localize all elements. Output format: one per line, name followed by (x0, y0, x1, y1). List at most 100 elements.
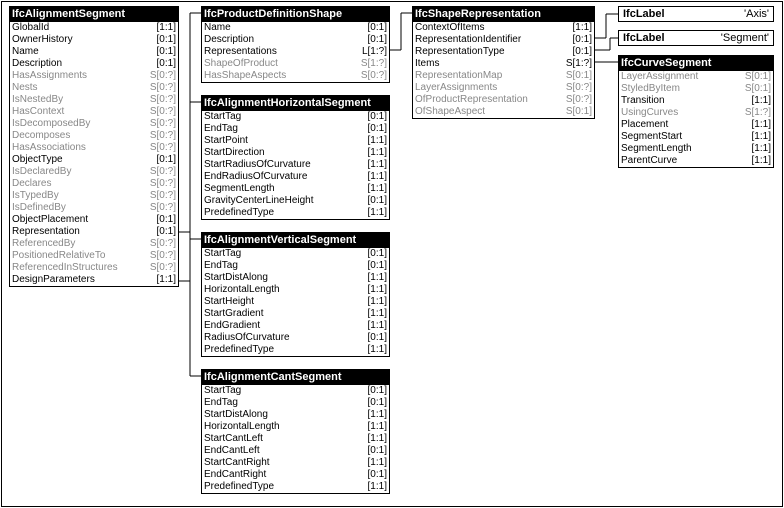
entity-ifc-alignment-segment: IfcAlignmentSegment GlobalId[1:1]OwnerHi… (9, 6, 179, 287)
attr-row: PredefinedType[1:1] (202, 344, 389, 356)
attr-cardinality: [0:1] (364, 397, 387, 409)
attr-row: Transition[1:1] (619, 95, 773, 107)
attr-cardinality: [1:1] (364, 308, 387, 320)
attr-cardinality: [0:1] (153, 46, 176, 58)
attr-cardinality: S[0:?] (357, 70, 387, 82)
attr-cardinality: S[0:1] (741, 71, 771, 83)
attr-row: IsTypedByS[0:?] (10, 190, 178, 202)
attr-name: Decomposes (12, 130, 146, 142)
attr-cardinality: [1:1] (364, 207, 387, 219)
attr-row: DeclaresS[0:?] (10, 178, 178, 190)
attr-name: EndTag (204, 123, 364, 135)
attr-cardinality: S[0:?] (146, 142, 176, 154)
attr-row: RepresentationsL[1:?] (202, 46, 389, 58)
entity-ifc-alignment-vertical-segment: IfcAlignmentVerticalSegment StartTag[0:1… (201, 232, 390, 357)
entity-ifc-product-definition-shape: IfcProductDefinitionShape Name[0:1]Descr… (201, 6, 390, 83)
attr-name: OfProductRepresentation (415, 94, 562, 106)
attr-name: ObjectPlacement (12, 214, 153, 226)
attr-row: StartDirection[1:1] (202, 147, 389, 159)
attr-name: EndRadiusOfCurvature (204, 171, 364, 183)
attr-name: PositionedRelativeTo (12, 250, 146, 262)
attr-row: ObjectType[0:1] (10, 154, 178, 166)
attr-cardinality: [1:1] (364, 409, 387, 421)
attr-cardinality: [0:1] (364, 260, 387, 272)
attr-name: ReferencedBy (12, 238, 146, 250)
attr-name: Description (204, 34, 364, 46)
attr-cardinality: [1:1] (153, 22, 176, 34)
attr-row: OwnerHistory[0:1] (10, 34, 178, 46)
attr-cardinality: [1:1] (364, 159, 387, 171)
label-key: IfcLabel (623, 7, 665, 21)
attr-cardinality: L[1:?] (358, 46, 387, 58)
entity-header: IfcAlignmentSegment (10, 7, 178, 22)
attr-name: StartDistAlong (204, 409, 364, 421)
attr-row: EndTag[0:1] (202, 397, 389, 409)
attr-row: LayerAssignmentsS[0:?] (413, 82, 594, 94)
attr-row: RadiusOfCurvature[0:1] (202, 332, 389, 344)
entity-header: IfcAlignmentHorizontalSegment (202, 96, 389, 111)
attr-row: OfProductRepresentationS[0:?] (413, 94, 594, 106)
attr-cardinality: [0:1] (364, 195, 387, 207)
attr-cardinality: [0:1] (364, 332, 387, 344)
attr-name: ReferencedInStructures (12, 262, 146, 274)
attr-row: EndTag[0:1] (202, 260, 389, 272)
attr-name: UsingCurves (621, 107, 741, 119)
attr-row: SegmentStart[1:1] (619, 131, 773, 143)
attr-name: StartDirection (204, 147, 364, 159)
attr-row: StyledByItemS[0:1] (619, 83, 773, 95)
attr-cardinality: [1:1] (364, 171, 387, 183)
attr-row: StartTag[0:1] (202, 111, 389, 123)
attr-cardinality: [0:1] (569, 34, 592, 46)
label-ifclabel-axis: IfcLabel 'Axis' (618, 6, 774, 22)
attr-name: RepresentationMap (415, 70, 562, 82)
attr-cardinality: [1:1] (748, 95, 771, 107)
attr-name: SegmentStart (621, 131, 748, 143)
entity-header: IfcAlignmentCantSegment (202, 370, 389, 385)
attr-name: Transition (621, 95, 748, 107)
attr-cardinality: S[0:?] (146, 130, 176, 142)
attr-name: IsNestedBy (12, 94, 146, 106)
attr-name: StyledByItem (621, 83, 741, 95)
attr-row: HorizontalLength[1:1] (202, 421, 389, 433)
attr-row: ObjectPlacement[0:1] (10, 214, 178, 226)
attr-cardinality: [1:1] (364, 183, 387, 195)
attr-name: RepresentationType (415, 46, 569, 58)
attr-name: HasAssociations (12, 142, 146, 154)
attr-cardinality: [1:1] (748, 131, 771, 143)
attr-row: IsDefinedByS[0:?] (10, 202, 178, 214)
entity-header: IfcProductDefinitionShape (202, 7, 389, 22)
attr-cardinality: [1:1] (364, 147, 387, 159)
attr-name: StartCantRight (204, 457, 364, 469)
attr-cardinality: [1:1] (364, 284, 387, 296)
attr-row: StartDistAlong[1:1] (202, 272, 389, 284)
attr-cardinality: [0:1] (364, 34, 387, 46)
attr-name: Description (12, 58, 153, 70)
attr-name: StartTag (204, 248, 364, 260)
attr-name: RadiusOfCurvature (204, 332, 364, 344)
attr-cardinality: S[1:?] (562, 58, 592, 70)
attr-name: PredefinedType (204, 207, 364, 219)
entity-ifc-curve-segment: IfcCurveSegment LayerAssignmentS[0:1]Sty… (618, 55, 774, 168)
attr-name: ObjectType (12, 154, 153, 166)
attr-row: UsingCurvesS[1:?] (619, 107, 773, 119)
attr-cardinality: S[0:?] (146, 190, 176, 202)
attr-name: StartGradient (204, 308, 364, 320)
attr-cardinality: S[0:1] (741, 83, 771, 95)
attr-cardinality: [1:1] (364, 433, 387, 445)
attr-cardinality: [0:1] (153, 34, 176, 46)
attr-name: Representations (204, 46, 358, 58)
attr-name: LayerAssignments (415, 82, 562, 94)
attr-cardinality: [0:1] (364, 22, 387, 34)
attr-row: StartCantRight[1:1] (202, 457, 389, 469)
attr-cardinality: S[0:?] (146, 70, 176, 82)
attr-cardinality: [0:1] (153, 214, 176, 226)
attr-row: EndRadiusOfCurvature[1:1] (202, 171, 389, 183)
entity-header: IfcAlignmentVerticalSegment (202, 233, 389, 248)
attr-cardinality: [1:1] (364, 135, 387, 147)
attr-name: OwnerHistory (12, 34, 153, 46)
attr-cardinality: [0:1] (364, 111, 387, 123)
attr-row: DesignParameters[1:1] (10, 274, 178, 286)
attr-name: Name (12, 46, 153, 58)
attr-name: Items (415, 58, 562, 70)
attr-cardinality: [1:1] (364, 344, 387, 356)
